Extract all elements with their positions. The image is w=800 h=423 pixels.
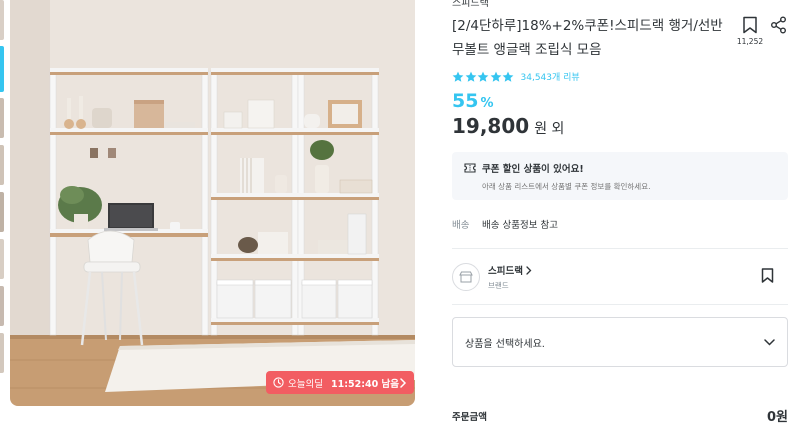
brand-link-top[interactable]: 스피드랙	[452, 0, 489, 9]
product-option-select[interactable]: 상품을 선택하세요.	[452, 317, 788, 367]
shipping-row: 배송 배송 상품정보 참고	[452, 217, 558, 231]
order-total-value: 0원	[766, 410, 788, 423]
coupon-notice[interactable]: 쿠폰 할인 상품이 있어요! 아래 상품 리스트에서 상품별 쿠폰 정보를 확인…	[452, 152, 788, 200]
discount-rate: 55%	[452, 90, 493, 112]
divider	[452, 304, 788, 305]
option-select-placeholder: 상품을 선택하세요.	[465, 338, 545, 350]
star-icon	[502, 71, 514, 82]
star-icon	[465, 71, 476, 82]
price-row: 19,800 원 외	[452, 114, 564, 138]
price-value: 19,800	[452, 114, 530, 138]
deal-timer: 11:52:40 남음	[330, 378, 400, 390]
thumbnail[interactable]	[0, 239, 4, 279]
brand-shop-icon	[459, 271, 473, 283]
brand-name-row[interactable]: 스피드랙	[488, 263, 532, 277]
brand-name: 스피드랙	[488, 266, 523, 277]
brand-bookmark-button[interactable]	[761, 267, 774, 287]
review-count-link[interactable]: 34,543개 리뷰	[521, 70, 580, 83]
product-title: [2/4단하루]18%+2%쿠폰!스피드랙 행거/선반 무볼트 앵글랙 조립식 …	[452, 18, 723, 58]
coupon-subtitle: 아래 상품 리스트에서 상품별 쿠폰 정보를 확인하세요.	[482, 182, 651, 191]
share-icon	[771, 16, 786, 34]
shelving-room-illustration	[10, 0, 415, 406]
brand-text: 스피드랙 브랜드	[488, 263, 532, 291]
brand-subtitle: 브랜드	[488, 281, 509, 290]
brand-avatar	[452, 263, 480, 291]
thumbnail[interactable]	[0, 0, 4, 40]
price-suffix: 원 외	[534, 121, 565, 137]
thumbnail[interactable]	[0, 333, 4, 373]
star-icon	[490, 71, 501, 82]
bookmark-count: 11,252	[736, 37, 764, 46]
order-total-label: 주문금액	[452, 411, 487, 423]
rating-row[interactable]: 34,543개 리뷰	[452, 70, 580, 83]
brand-card[interactable]: 스피드랙 브랜드	[452, 260, 788, 294]
star-icon	[477, 71, 489, 82]
coupon-title: 쿠폰 할인 상품이 있어요!	[482, 164, 584, 175]
chevron-down-icon	[764, 338, 775, 346]
thumbnail[interactable]	[0, 286, 4, 326]
discount-value: 55	[452, 90, 479, 112]
chevron-right-icon	[400, 377, 407, 388]
coupon-title-row: 쿠폰 할인 상품이 있어요!	[464, 161, 776, 175]
divider	[452, 248, 788, 249]
today-deal-timer-badge[interactable]: 오늘의딜 11:52:40 남음	[266, 371, 414, 394]
thumbnail[interactable]	[0, 145, 4, 185]
chevron-right-icon	[526, 265, 532, 275]
thumbnail-strip	[0, 0, 4, 423]
shipping-label: 배송	[452, 220, 470, 231]
thumbnail[interactable]	[0, 98, 4, 138]
bookmark-icon	[761, 267, 774, 283]
bookmark-button[interactable]: 11,252	[736, 16, 764, 46]
clock-icon	[273, 377, 284, 388]
shipping-value: 배송 상품정보 참고	[482, 220, 558, 231]
bookmark-icon	[743, 16, 757, 34]
coupon-icon	[464, 163, 476, 173]
discount-unit: %	[480, 96, 494, 111]
deal-label: 오늘의딜	[288, 378, 323, 390]
thumbnail-active[interactable]	[0, 46, 4, 92]
share-button[interactable]	[770, 16, 787, 38]
product-main-image[interactable]: 오늘의딜 11:52:40 남음	[10, 0, 415, 406]
star-icon	[452, 71, 464, 82]
thumbnail[interactable]	[0, 192, 4, 232]
order-total-row: 주문금액 0원	[452, 406, 788, 423]
